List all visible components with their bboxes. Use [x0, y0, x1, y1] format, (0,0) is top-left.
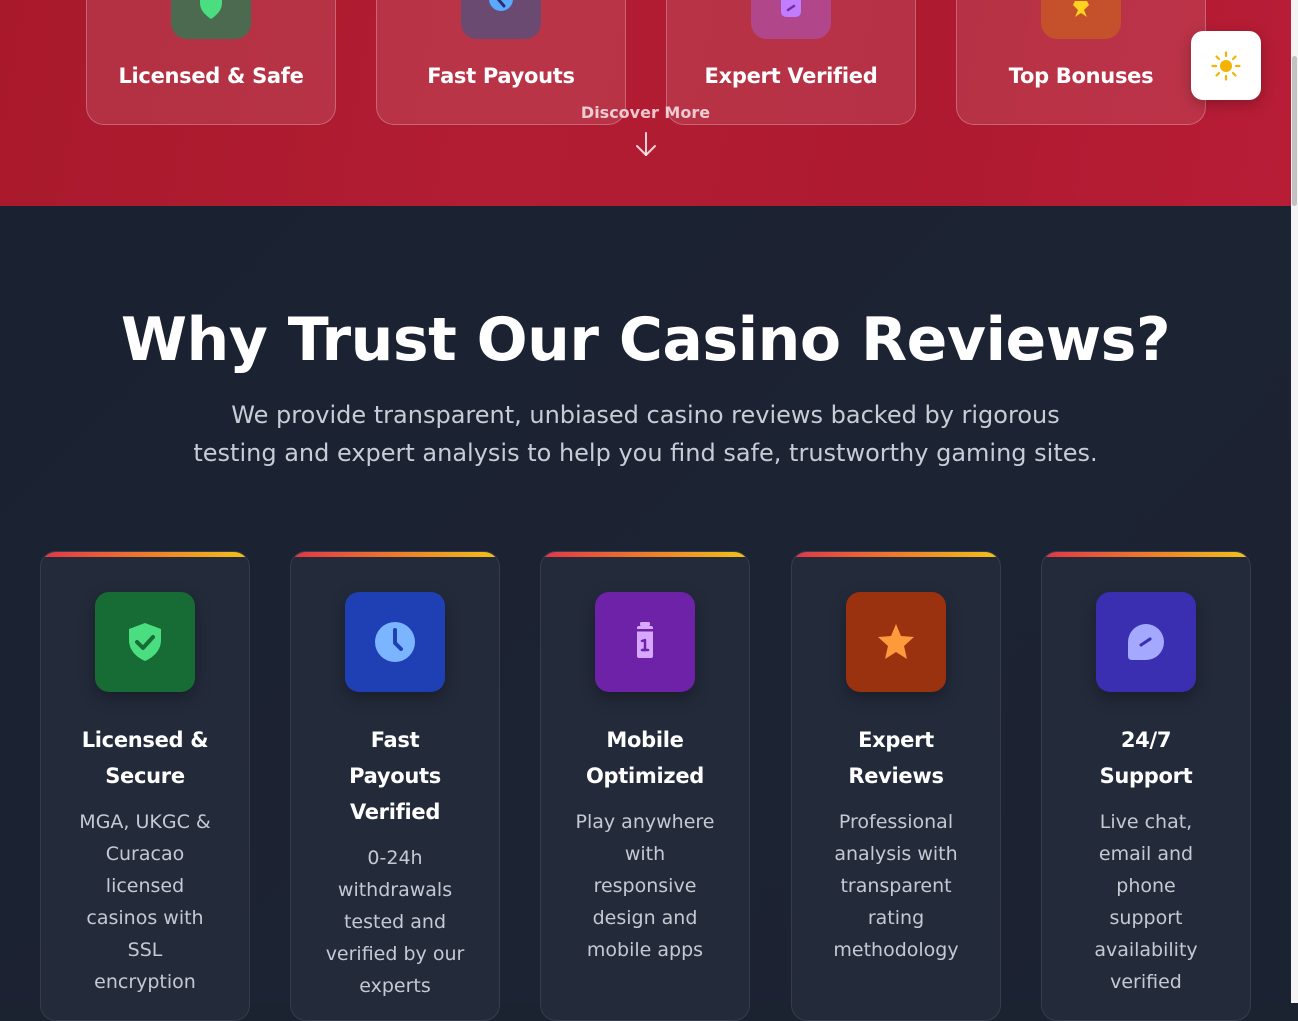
feature-card-fast-payouts[interactable]: Fast Payouts Verified 0-24h withdrawals …: [290, 551, 500, 1021]
card-accent-bar: [541, 552, 749, 557]
feature-description: 0-24h withdrawals tested and verified by…: [325, 847, 465, 997]
discover-more-link[interactable]: Discover More: [0, 103, 1291, 122]
feature-card-licensed[interactable]: Licensed & Secure MGA, UKGC & Curacao li…: [40, 551, 250, 1021]
section-subtitle: We provide transparent, unbiased casino …: [193, 401, 1098, 467]
hero-banner: Licensed & Safe Fast Payouts Expert Veri…: [0, 0, 1291, 206]
support-chat-icon: [1096, 592, 1196, 692]
badge-icon: [751, 0, 831, 39]
clock-icon: [461, 0, 541, 39]
theme-toggle-button[interactable]: [1191, 31, 1261, 100]
feature-description: Play anywhere with responsive design and…: [575, 811, 715, 961]
hero-card-label: Top Bonuses: [1008, 64, 1154, 88]
feature-description: MGA, UKGC & Curacao licensed casinos wit…: [79, 811, 211, 993]
hero-card-label: Fast Payouts: [427, 64, 575, 88]
arrow-down-icon[interactable]: [634, 131, 658, 159]
feature-title: Fast Payouts Verified: [349, 728, 441, 824]
feature-title: Mobile Optimized: [586, 728, 704, 788]
feature-title: Expert Reviews: [848, 728, 944, 788]
section-title: Why Trust Our Casino Reviews?: [120, 305, 1171, 375]
star-icon: [846, 592, 946, 692]
shield-check-icon: [171, 0, 251, 39]
star-icon: [1041, 0, 1121, 39]
feature-description: Professional analysis with transparent r…: [833, 811, 959, 961]
feature-card-expert-reviews[interactable]: Expert Reviews Professional analysis wit…: [791, 551, 1001, 1021]
card-accent-bar: [41, 552, 249, 557]
feature-card-mobile[interactable]: Mobile Optimized Play anywhere with resp…: [540, 551, 750, 1021]
card-accent-bar: [792, 552, 1000, 557]
clock-icon: [345, 592, 445, 692]
hero-card-label: Expert Verified: [704, 64, 878, 88]
shield-check-icon: [95, 592, 195, 692]
feature-title: Licensed & Secure: [81, 728, 209, 788]
page-scrollbar[interactable]: [1291, 0, 1298, 1003]
sun-icon: [1211, 50, 1241, 81]
feature-description: Live chat, email and phone support avail…: [1094, 811, 1198, 993]
card-accent-bar: [1042, 552, 1250, 557]
feature-card-support[interactable]: 24/7 Support Live chat, email and phone …: [1041, 551, 1251, 1021]
card-accent-bar: [291, 552, 499, 557]
hero-card-label: Licensed & Safe: [118, 64, 304, 88]
scrollbar-thumb[interactable]: [1292, 56, 1297, 206]
trust-section: Why Trust Our Casino Reviews? We provide…: [0, 206, 1291, 1021]
mobile-phone-icon: [595, 592, 695, 692]
feature-title: 24/7 Support: [1099, 728, 1193, 788]
